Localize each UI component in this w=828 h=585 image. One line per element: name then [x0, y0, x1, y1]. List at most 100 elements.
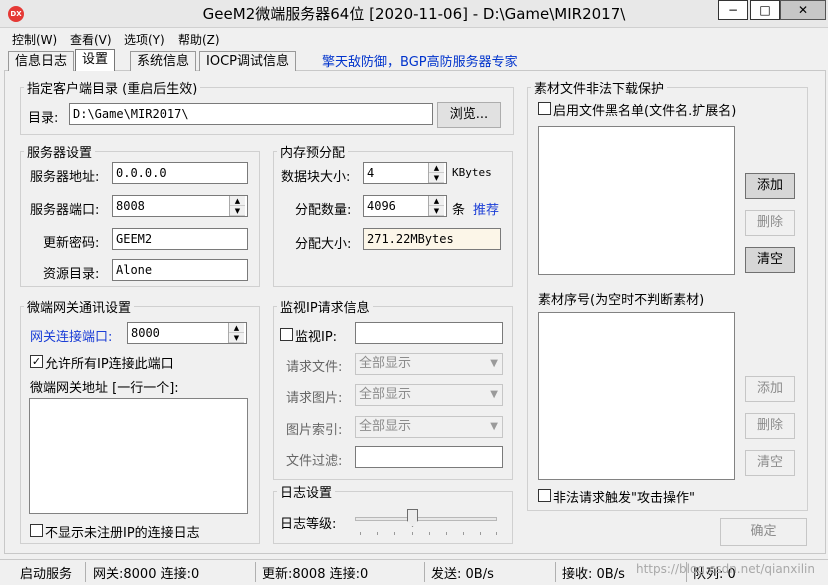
maximize-button[interactable]: □	[750, 0, 780, 20]
status-send: 发送: 0B/s	[431, 567, 494, 582]
gateway-port-label: 网关连接端口:	[30, 330, 113, 345]
slider-tick	[360, 532, 361, 535]
attack-checkbox[interactable]	[538, 489, 551, 502]
request-image-label: 请求图片:	[286, 391, 343, 406]
ok-button[interactable]: 确定	[720, 518, 807, 546]
log-level-slider[interactable]	[355, 517, 497, 521]
monitor-legend: 监视IP请求信息	[277, 297, 373, 316]
block-size-stepper[interactable]: ▲ ▼	[428, 163, 444, 183]
blacklist-list[interactable]	[538, 126, 735, 275]
status-service: 启动服务	[20, 567, 73, 582]
menu-options[interactable]: 选项(Y)	[124, 31, 165, 48]
serial-delete-button[interactable]: 删除	[745, 413, 795, 439]
slider-tick	[480, 532, 481, 535]
slider-tick	[463, 532, 464, 535]
gateway-port-stepper[interactable]: ▲ ▼	[228, 323, 244, 343]
image-index-value: 全部显示	[359, 419, 412, 434]
alloc-size-value: 271.22MBytes	[363, 228, 501, 250]
status-update: 更新:8008 连接:0	[262, 567, 369, 582]
file-filter-label: 文件过滤:	[286, 454, 343, 469]
status-separator	[255, 562, 256, 582]
server-address-input[interactable]: 0.0.0.0	[112, 162, 248, 184]
file-filter-input[interactable]	[355, 446, 503, 468]
serial-clear-button[interactable]: 清空	[745, 450, 795, 476]
close-button[interactable]: ✕	[780, 0, 826, 20]
tab-iocp[interactable]: IOCP调试信息	[199, 51, 296, 71]
status-recv: 接收: 0B/s	[562, 567, 625, 582]
chevron-down-icon: ▼	[490, 389, 498, 400]
blacklist-clear-button[interactable]: 清空	[745, 247, 795, 273]
monitor-ip-checkbox[interactable]	[280, 328, 293, 341]
blacklist-label: 启用文件黑名单(文件名.扩展名)	[553, 104, 737, 119]
recommend-link[interactable]: 推荐	[473, 199, 499, 218]
allow-all-checkbox[interactable]: ✓	[30, 355, 43, 368]
slider-tick	[412, 532, 413, 535]
status-separator	[424, 562, 425, 582]
log-legend: 日志设置	[277, 482, 336, 501]
blacklist-add-button[interactable]: 添加	[745, 173, 795, 199]
server-port-input[interactable]: 8008	[112, 195, 248, 217]
serial-label: 素材序号(为空时不判断素材)	[538, 293, 705, 308]
gateway-address-label: 微端网关地址 [一行一个]:	[30, 381, 179, 396]
log-level-label: 日志等级:	[280, 517, 337, 532]
image-index-select[interactable]: 全部显示 ▼	[355, 416, 503, 438]
resource-dir-label: 资源目录:	[43, 267, 100, 282]
server-port-label: 服务器端口:	[30, 203, 100, 218]
request-file-select[interactable]: 全部显示 ▼	[355, 353, 503, 375]
tab-settings[interactable]: 设置	[75, 49, 116, 71]
promo-text: 擎天敌防御，BGP高防服务器专家	[322, 55, 518, 70]
alloc-size-label: 分配大小:	[295, 237, 352, 252]
client-dir-input[interactable]: D:\Game\MIR2017\	[69, 103, 433, 125]
image-index-label: 图片索引:	[286, 423, 343, 438]
menu-view[interactable]: 查看(V)	[70, 31, 112, 48]
update-password-label: 更新密码:	[43, 236, 100, 251]
hide-unregistered-checkbox[interactable]	[30, 524, 43, 537]
alloc-count-unit: 条	[452, 203, 466, 218]
server-address-label: 服务器地址:	[30, 170, 100, 185]
request-file-value: 全部显示	[359, 356, 412, 371]
server-legend: 服务器设置	[24, 142, 96, 161]
menu-control[interactable]: 控制(W)	[12, 31, 57, 48]
watermark: https://blog.csdn.net/qianxilin	[636, 562, 815, 576]
serial-add-button[interactable]: 添加	[745, 376, 795, 402]
memory-legend: 内存预分配	[277, 142, 349, 161]
menu-help[interactable]: 帮助(Z)	[178, 31, 220, 48]
allow-all-label: 允许所有IP连接此端口	[45, 357, 174, 372]
request-file-label: 请求文件:	[286, 360, 343, 375]
alloc-count-stepper[interactable]: ▲ ▼	[428, 196, 444, 216]
chevron-down-icon: ▼	[490, 358, 498, 369]
status-gateway: 网关:8000 连接:0	[93, 567, 200, 582]
status-separator	[555, 562, 556, 582]
tab-system[interactable]: 系统信息	[130, 51, 197, 71]
update-password-input[interactable]: GEEM2	[112, 228, 248, 250]
status-separator	[85, 562, 86, 582]
client-dir-label: 目录:	[28, 111, 59, 126]
slider-tick	[446, 532, 447, 535]
gateway-legend: 微端网关通讯设置	[24, 297, 135, 316]
attack-label: 非法请求触发"攻击操作"	[553, 491, 695, 506]
serial-list[interactable]	[538, 312, 735, 480]
slider-tick	[394, 532, 395, 535]
client-dir-legend: 指定客户端目录 (重启后生效)	[24, 78, 201, 97]
chevron-down-icon: ▼	[490, 421, 498, 432]
minimize-button[interactable]: −	[718, 0, 748, 20]
monitor-ip-input[interactable]	[355, 322, 503, 344]
block-size-label: 数据块大小:	[281, 170, 351, 185]
monitor-ip-label: 监视IP:	[295, 330, 338, 345]
tab-log[interactable]: 信息日志	[8, 51, 75, 71]
request-image-select[interactable]: 全部显示 ▼	[355, 384, 503, 406]
server-port-stepper[interactable]: ▲ ▼	[229, 196, 245, 216]
blacklist-checkbox[interactable]	[538, 102, 551, 115]
hide-unregistered-label: 不显示未注册IP的连接日志	[45, 526, 200, 541]
block-size-unit: KBytes	[452, 166, 492, 179]
browse-button[interactable]: 浏览...	[437, 102, 501, 128]
slider-tick	[496, 532, 497, 535]
alloc-count-label: 分配数量:	[295, 203, 352, 218]
window-title: GeeM2微端服务器64位 [2020-11-06] - D:\Game\MIR…	[202, 5, 626, 23]
gateway-address-list[interactable]	[29, 398, 248, 514]
request-image-value: 全部显示	[359, 387, 412, 402]
protect-legend: 素材文件非法下载保护	[531, 78, 668, 97]
slider-tick	[429, 532, 430, 535]
blacklist-delete-button[interactable]: 删除	[745, 210, 795, 236]
resource-dir-input[interactable]: Alone	[112, 259, 248, 281]
